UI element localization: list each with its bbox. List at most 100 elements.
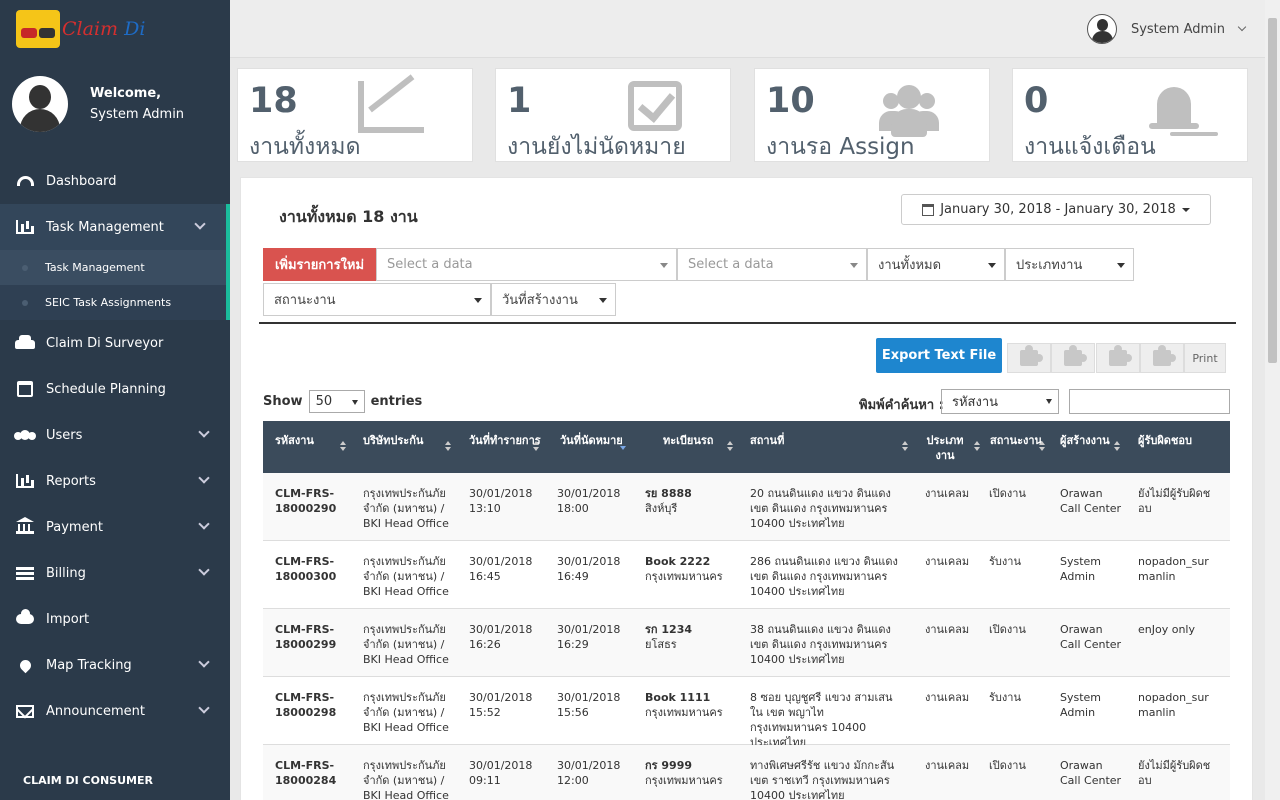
column-header-creator[interactable]: ผู้สร้างงาน bbox=[1060, 433, 1110, 448]
cell-plate-province: สิงห์บุรี bbox=[645, 502, 678, 515]
scrollbar-thumb[interactable] bbox=[1268, 18, 1277, 363]
avatar bbox=[1086, 14, 1117, 44]
cell-insurer: กรุงเทพประกันภัย จำกัด (มหาชน) / BKI Hea… bbox=[363, 555, 449, 598]
map-marker-icon bbox=[14, 657, 36, 673]
cell-location: 286 ถนนดินแดง แขวง ดินแดง เขต ดินแดง กรุ… bbox=[750, 555, 898, 598]
cell-job-id[interactable]: CLM-FRS-18000290 bbox=[275, 486, 355, 516]
stat-card-alerts[interactable]: 0 งานแจ้งเตือน bbox=[1012, 68, 1248, 162]
sidebar-subitem-task-management[interactable]: Task Management bbox=[0, 250, 226, 285]
cell-plate-province: ยโสธร bbox=[645, 638, 677, 651]
stat-label: งานแจ้งเตือน bbox=[1024, 134, 1156, 160]
sidebar-item-import[interactable]: Import bbox=[0, 596, 230, 642]
created-date-select[interactable]: วันที่สร้างงาน bbox=[491, 283, 616, 316]
cell-job-id[interactable]: CLM-FRS-18000299 bbox=[275, 622, 355, 652]
search-input[interactable] bbox=[1069, 389, 1230, 414]
print-button[interactable]: Print bbox=[1184, 343, 1226, 373]
cell-plate-province: กรุงเทพมหานคร bbox=[645, 570, 723, 583]
cell-location: ทางพิเศษศรีรัช แขวง มักกะสัน เขต ราชเทวี… bbox=[750, 759, 895, 800]
entries-select[interactable]: 50 bbox=[308, 390, 365, 413]
table-row[interactable]: CLM-FRS-18000298 กรุงเทพประกันภัย จำกัด … bbox=[263, 677, 1230, 749]
sidebar-item-payment[interactable]: Payment bbox=[0, 504, 230, 550]
data-select-2[interactable]: Select a data bbox=[677, 248, 867, 281]
app-logo[interactable]: Claim Di bbox=[0, 0, 230, 58]
cell-owner: nopadon_surmanlin bbox=[1138, 691, 1209, 719]
sidebar: Claim Di Welcome, System Admin Dashboard… bbox=[0, 0, 230, 800]
column-header-job-type[interactable]: ประเภท งาน bbox=[925, 433, 965, 463]
sidebar-item-announcement[interactable]: Announcement bbox=[0, 688, 230, 734]
cell-plate: กร 9999 กรุงเทพมหานคร bbox=[645, 758, 745, 788]
column-header-appointment[interactable]: วันที่นัดหมาย bbox=[560, 433, 623, 448]
divider bbox=[259, 322, 1236, 324]
column-header-owner[interactable]: ผู้รับผิดชอบ bbox=[1138, 433, 1192, 448]
cell-plate-number: รก 1234 bbox=[645, 623, 693, 636]
search-field-select[interactable]: รหัสงาน bbox=[941, 389, 1059, 414]
profile-name: System Admin bbox=[90, 107, 185, 122]
cell-job-id[interactable]: CLM-FRS-18000284 bbox=[275, 758, 355, 788]
column-header-location[interactable]: สถานที่ bbox=[750, 433, 784, 448]
calendar-icon bbox=[922, 203, 935, 216]
stat-number: 10 bbox=[766, 81, 815, 121]
column-header-status[interactable]: สถานะงาน bbox=[990, 433, 1042, 448]
calendar-icon bbox=[14, 381, 36, 397]
user-menu-name: System Admin bbox=[1130, 21, 1225, 37]
stat-card-unscheduled[interactable]: 1 งานยังไม่นัดหมาย bbox=[495, 68, 731, 162]
cell-plate-number: Book 1111 bbox=[645, 691, 711, 704]
envelope-icon bbox=[14, 704, 36, 718]
caret-down-icon bbox=[660, 263, 668, 268]
stat-label: งานยังไม่นัดหมาย bbox=[507, 134, 686, 160]
task-list-panel: งานทั้งหมด 18 งาน January 30, 2018 - Jan… bbox=[240, 177, 1253, 800]
stat-number: 0 bbox=[1024, 81, 1049, 121]
select-placeholder: Select a data bbox=[387, 257, 473, 272]
column-header-job-id[interactable]: รหัสงาน bbox=[275, 433, 314, 448]
sidebar-item-label: Claim Di Surveyor bbox=[46, 335, 164, 351]
table-row[interactable]: CLM-FRS-18000290 กรุงเทพประกันภัย จำกัด … bbox=[263, 473, 1230, 541]
avatar bbox=[12, 76, 68, 132]
sidebar-item-claim-di-surveyor[interactable]: Claim Di Surveyor bbox=[0, 320, 230, 366]
sidebar-item-billing[interactable]: Billing bbox=[0, 550, 230, 596]
cell-plate: รย 8888 สิงห์บุรี bbox=[645, 486, 745, 516]
toolbar-button-2[interactable] bbox=[1051, 343, 1095, 373]
table-row[interactable]: CLM-FRS-18000299 กรุงเทพประกันภัย จำกัด … bbox=[263, 609, 1230, 677]
job-type-select[interactable]: ประเภทงาน bbox=[1005, 248, 1134, 281]
column-header-plate[interactable]: ทะเบียนรถ bbox=[663, 433, 713, 448]
sidebar-item-reports[interactable]: Reports bbox=[0, 458, 230, 504]
table-row[interactable]: CLM-FRS-18000284 กรุงเทพประกันภัย จำกัด … bbox=[263, 745, 1230, 800]
user-menu[interactable]: System Admin bbox=[1086, 14, 1247, 44]
caret-down-icon bbox=[1046, 399, 1052, 404]
sidebar-item-dashboard[interactable]: Dashboard bbox=[0, 158, 230, 204]
sidebar-item-schedule-planning[interactable]: Schedule Planning bbox=[0, 366, 230, 412]
cell-plate-number: รย 8888 bbox=[645, 487, 692, 500]
caret-down-icon bbox=[1181, 207, 1190, 212]
cell-job-id[interactable]: CLM-FRS-18000298 bbox=[275, 690, 355, 720]
column-header-created[interactable]: วันที่ทำรายการ bbox=[469, 433, 541, 448]
sidebar-item-task-management[interactable]: Task Management bbox=[0, 204, 230, 250]
toolbar-button-4[interactable] bbox=[1140, 343, 1184, 373]
page-scrollbar[interactable] bbox=[1265, 0, 1280, 800]
export-text-file-button[interactable]: Export Text File bbox=[876, 338, 1002, 373]
cell-job-id[interactable]: CLM-FRS-18000300 bbox=[275, 554, 355, 584]
sidebar-item-label: Dashboard bbox=[46, 173, 117, 189]
cell-plate: Book 2222 กรุงเทพมหานคร bbox=[645, 554, 745, 584]
sidebar-item-map-tracking[interactable]: Map Tracking bbox=[0, 642, 230, 688]
column-header-insurer[interactable]: บริษัทประกัน bbox=[363, 433, 423, 448]
date-range-picker[interactable]: January 30, 2018 - January 30, 2018 bbox=[901, 194, 1211, 225]
sidebar-item-users[interactable]: Users bbox=[0, 412, 230, 458]
stat-card-waiting-assign[interactable]: 10 งานรอ Assign bbox=[754, 68, 990, 162]
add-new-button[interactable]: เพิ่มรายการใหม่ bbox=[263, 248, 376, 281]
bar-chart-icon bbox=[14, 220, 36, 234]
data-select-1[interactable]: Select a data bbox=[376, 248, 677, 281]
table-row[interactable]: CLM-FRS-18000300 กรุงเทพประกันภัย จำกัด … bbox=[263, 541, 1230, 609]
toolbar-button-3[interactable] bbox=[1096, 343, 1140, 373]
chevron-down-icon bbox=[198, 518, 210, 530]
stat-card-total[interactable]: 18 งานทั้งหมด bbox=[237, 68, 473, 162]
job-status-select[interactable]: สถานะงาน bbox=[263, 283, 491, 316]
search-label: พิมพ์คำค้นหา : bbox=[859, 398, 944, 413]
cell-plate-number: กร 9999 bbox=[645, 759, 693, 772]
job-filter-select[interactable]: งานทั้งหมด bbox=[867, 248, 1005, 281]
sidebar-subitem-seic-task-assignments[interactable]: SEIC Task Assignments bbox=[0, 285, 226, 320]
chevron-down-icon bbox=[1237, 22, 1247, 32]
toolbar-button-1[interactable] bbox=[1007, 343, 1051, 373]
stat-number: 18 bbox=[249, 81, 298, 121]
cell-plate: รก 1234 ยโสธร bbox=[645, 622, 745, 652]
cell-appointment: 30/01/2018 16:49 bbox=[557, 555, 621, 583]
